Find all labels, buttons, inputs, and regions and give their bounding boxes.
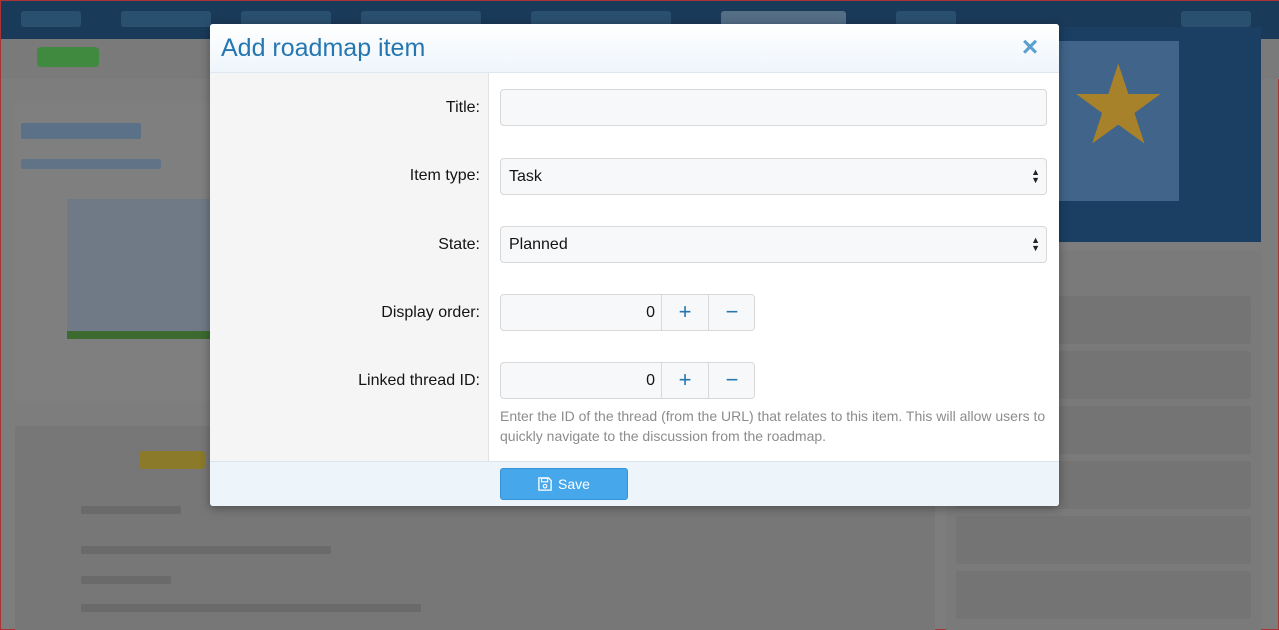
display-order-decrement-button[interactable]: − [708,295,754,330]
select-arrows-icon: ▲ ▼ [1031,167,1040,185]
close-icon[interactable]: × [1017,33,1043,61]
linked-thread-id-stepper: 0 + − [500,362,755,399]
display-order-input[interactable]: 0 [501,295,661,330]
save-button[interactable]: Save [500,468,628,500]
save-button-label: Save [558,476,590,492]
linked-thread-id-hint: Enter the ID of the thread (from the URL… [500,408,1046,444]
item-type-label: Item type: [409,167,480,184]
linked-thread-id-input[interactable]: 0 [501,363,661,398]
display-order-increment-button[interactable]: + [661,295,708,330]
modal-header: Add roadmap item × [210,24,1059,73]
state-label: State: [438,236,480,253]
linked-thread-id-decrement-button[interactable]: − [708,363,754,398]
save-icon [538,477,552,491]
select-arrows-icon: ▲ ▼ [1031,235,1040,253]
state-select[interactable]: Planned ▲ ▼ [500,226,1047,263]
display-order-label: Display order: [381,304,480,321]
modal-footer: Save [210,461,1059,506]
display-order-stepper: 0 + − [500,294,755,331]
item-type-select[interactable]: Task ▲ ▼ [500,158,1047,195]
state-selected-value: Planned [509,236,568,253]
label-column [210,73,489,461]
linked-thread-id-label: Linked thread ID: [358,372,480,389]
modal-title: Add roadmap item [221,34,426,62]
add-roadmap-item-dialog: Add roadmap item × Title: Item type: Tas… [210,24,1059,506]
item-type-selected-value: Task [509,168,542,185]
modal-body: Title: Item type: Task ▲ ▼ State: Planned… [210,73,1059,461]
title-input[interactable] [500,89,1047,126]
title-label: Title: [445,99,480,116]
linked-thread-id-increment-button[interactable]: + [661,363,708,398]
